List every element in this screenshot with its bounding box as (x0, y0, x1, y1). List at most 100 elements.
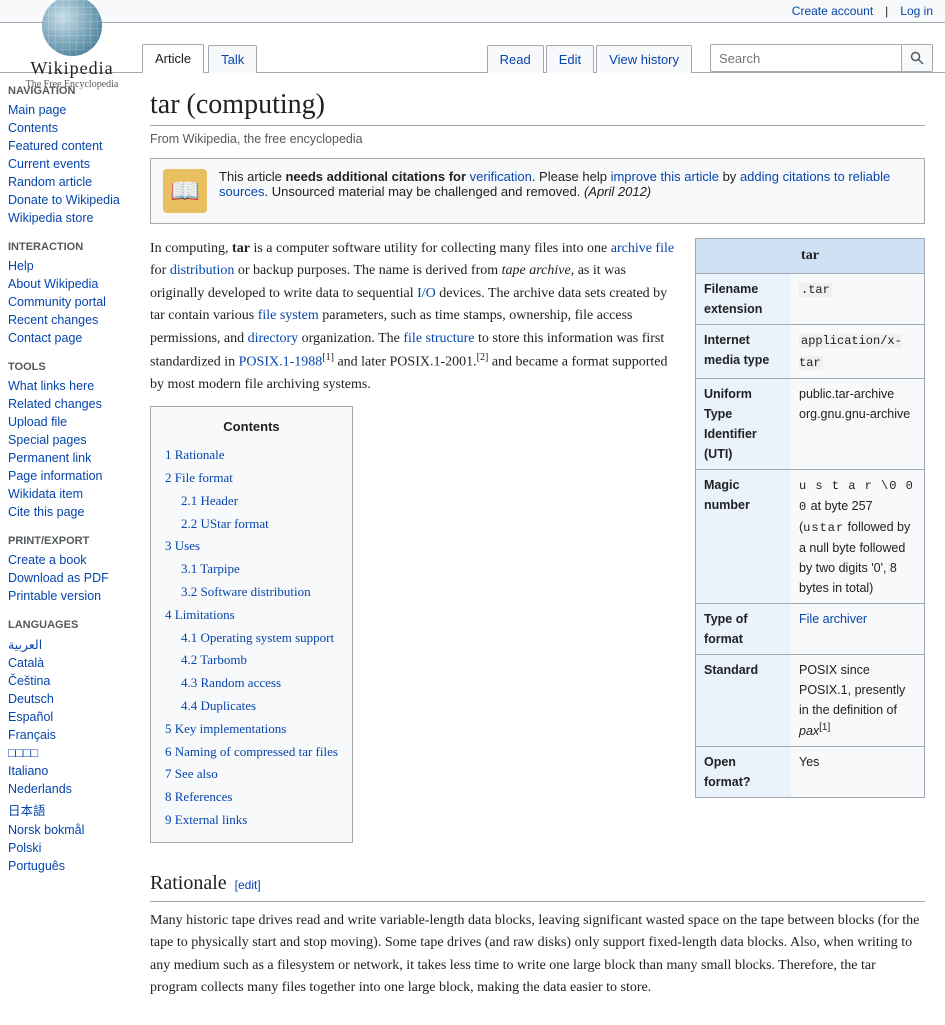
toc-link-3-1[interactable]: 3.1 Tarpipe (181, 561, 240, 576)
toc-link-8[interactable]: 8 References (165, 789, 233, 804)
posix-link[interactable]: POSIX.1-1988 (239, 355, 323, 370)
tab-edit[interactable]: Edit (546, 45, 594, 73)
create-account-link[interactable]: Create account (792, 4, 873, 18)
log-in-link[interactable]: Log in (900, 4, 933, 18)
toc-link-9[interactable]: 9 External links (165, 812, 247, 827)
toc-link-4[interactable]: 4 Limitations (165, 607, 235, 622)
io-link[interactable]: I/O (417, 286, 436, 301)
sidebar-item-page-info[interactable]: Page information (8, 467, 122, 485)
sidebar: Navigation Main page Contents Featured c… (0, 73, 130, 1025)
tab-view-history[interactable]: View history (596, 45, 692, 73)
toc-link-2-2[interactable]: 2.2 UStar format (181, 516, 269, 531)
toc-link-5[interactable]: 5 Key implementations (165, 721, 286, 736)
toc-link-4-2[interactable]: 4.2 Tarbomb (181, 652, 247, 667)
search-box (710, 44, 933, 72)
sidebar-item-lang-nl[interactable]: Nederlands (8, 780, 122, 798)
sidebar-item-download-pdf[interactable]: Download as PDF (8, 569, 122, 587)
distribution-link[interactable]: distribution (170, 263, 235, 278)
page-subtitle: From Wikipedia, the free encyclopedia (150, 132, 925, 146)
tools-section: Tools What links here Related changes Up… (8, 361, 122, 521)
sidebar-item-upload[interactable]: Upload file (8, 413, 122, 431)
sidebar-item-help[interactable]: Help (8, 257, 122, 275)
file-archiver-link[interactable]: File archiver (799, 612, 867, 626)
tab-talk[interactable]: Talk (208, 45, 257, 73)
filesystem-link[interactable]: file system (258, 308, 319, 323)
contents-box: Contents 1 Rationale 2 File format 2.1 H… (150, 406, 353, 842)
search-input[interactable] (711, 51, 901, 66)
search-button[interactable] (901, 45, 932, 71)
sidebar-item-contents[interactable]: Contents (8, 119, 122, 137)
sidebar-item-main-page[interactable]: Main page (8, 101, 122, 119)
sidebar-item-related-changes[interactable]: Related changes (8, 395, 122, 413)
toc-item-4-4: 4.4 Duplicates (165, 695, 338, 718)
nav-heading: Navigation (8, 85, 122, 97)
rationale-edit-link[interactable]: [edit] (235, 876, 261, 895)
sidebar-item-community[interactable]: Community portal (8, 293, 122, 311)
sidebar-item-create-book[interactable]: Create a book (8, 551, 122, 569)
sidebar-item-permalink[interactable]: Permanent link (8, 449, 122, 467)
tools-heading: Tools (8, 361, 122, 373)
sidebar-item-lang-fr[interactable]: Français (8, 726, 122, 744)
sidebar-item-store[interactable]: Wikipedia store (8, 209, 122, 227)
infobox-label-standard: Standard (696, 655, 791, 746)
toc-link-1[interactable]: 1 Rationale (165, 447, 225, 462)
sidebar-item-contact[interactable]: Contact page (8, 329, 122, 347)
sidebar-item-lang-es[interactable]: Español (8, 708, 122, 726)
sidebar-item-featured[interactable]: Featured content (8, 137, 122, 155)
sidebar-item-lang-ca[interactable]: Català (8, 654, 122, 672)
toc-link-4-3[interactable]: 4.3 Random access (181, 675, 281, 690)
rationale-heading: Rationale [edit] (150, 867, 925, 902)
infobox-value-standard: POSIX since POSIX.1, presently in the de… (791, 655, 924, 746)
sidebar-item-printable[interactable]: Printable version (8, 587, 122, 605)
sidebar-item-lang-sq[interactable]: □□□□ (8, 744, 122, 762)
tab-read[interactable]: Read (487, 45, 544, 73)
sidebar-item-random-article[interactable]: Random article (8, 173, 122, 191)
sidebar-item-lang-cs[interactable]: Čeština (8, 672, 122, 690)
sidebar-item-wikidata[interactable]: Wikidata item (8, 485, 122, 503)
toc-item-5: 5 Key implementations (165, 718, 338, 741)
tab-article[interactable]: Article (142, 44, 204, 73)
sidebar-item-whatlinks[interactable]: What links here (8, 377, 122, 395)
right-tabs: Read Edit View history (487, 23, 692, 72)
file-structure-link[interactable]: file structure (403, 331, 474, 346)
toc-item-3-1: 3.1 Tarpipe (165, 558, 338, 581)
sidebar-item-special[interactable]: Special pages (8, 431, 122, 449)
toc-item-4-3: 4.3 Random access (165, 672, 338, 695)
notice-box: 📖 This article needs additional citation… (150, 158, 925, 224)
toc-link-2[interactable]: 2 File format (165, 470, 233, 485)
sidebar-item-about[interactable]: About Wikipedia (8, 275, 122, 293)
search-icon (910, 51, 924, 65)
interaction-section: Interaction Help About Wikipedia Communi… (8, 241, 122, 347)
sidebar-item-current-events[interactable]: Current events (8, 155, 122, 173)
sidebar-item-lang-pt[interactable]: Português (8, 857, 122, 875)
toc-link-6[interactable]: 6 Naming of compressed tar files (165, 744, 338, 759)
sidebar-item-donate[interactable]: Donate to Wikipedia (8, 191, 122, 209)
notice-date: (April 2012) (584, 184, 651, 199)
infobox-value-uti: public.tar-archiveorg.gnu.gnu-archive (791, 379, 918, 469)
sidebar-item-lang-nb[interactable]: Norsk bokmål (8, 821, 122, 839)
infobox-label-uti: Uniform Type Identifier (UTI) (696, 379, 791, 469)
notice-verification-link[interactable]: verification (470, 169, 532, 184)
sidebar-item-lang-ja[interactable]: 日本語 (8, 798, 122, 821)
sidebar-item-cite[interactable]: Cite this page (8, 503, 122, 521)
toc-link-2-1[interactable]: 2.1 Header (181, 493, 238, 508)
notice-improve-link[interactable]: improve this article (611, 169, 719, 184)
infobox-row-media: Internet media type application/x-tar (696, 324, 924, 377)
sidebar-item-lang-pl[interactable]: Polski (8, 839, 122, 857)
sidebar-item-lang-it[interactable]: Italiano (8, 762, 122, 780)
sidebar-item-lang-ar[interactable]: العربية (8, 635, 122, 654)
toc-item-2-2: 2.2 UStar format (165, 513, 338, 536)
archive-file-link[interactable]: archive file (611, 241, 674, 256)
sidebar-item-recent[interactable]: Recent changes (8, 311, 122, 329)
toc-link-4-1[interactable]: 4.1 Operating system support (181, 630, 334, 645)
directory-link[interactable]: directory (248, 331, 299, 346)
infobox-value-magic: u s t a r \0 0 0 at byte 257 (ustar foll… (791, 470, 924, 604)
toc-link-3[interactable]: 3 Uses (165, 538, 200, 553)
toc-link-4-4[interactable]: 4.4 Duplicates (181, 698, 256, 713)
toc-link-3-2[interactable]: 3.2 Software distribution (181, 584, 311, 599)
sidebar-item-lang-de[interactable]: Deutsch (8, 690, 122, 708)
page-title: tar (computing) (150, 89, 925, 126)
toc-link-7[interactable]: 7 See also (165, 766, 218, 781)
toc-item-7: 7 See also (165, 763, 338, 786)
header: Wikipedia The Free Encyclopedia Article … (0, 23, 945, 73)
